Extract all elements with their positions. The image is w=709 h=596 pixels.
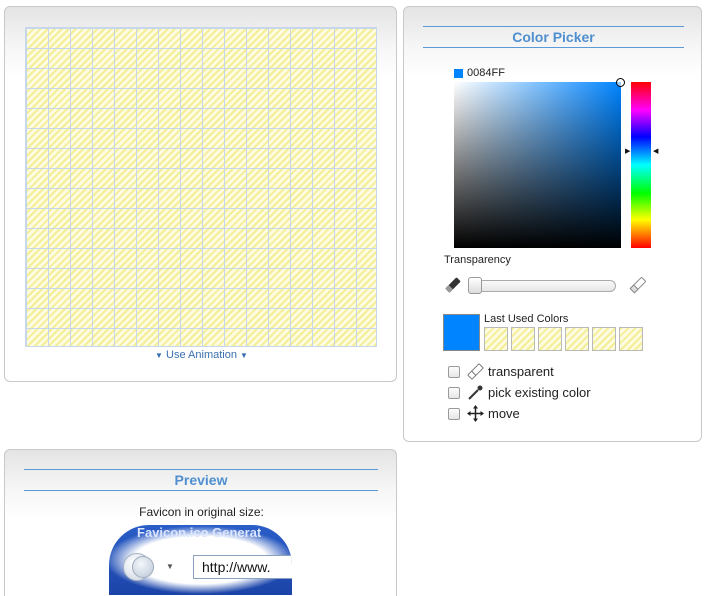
eyedropper-icon <box>468 385 483 400</box>
last-used-color-swatch[interactable] <box>511 327 535 351</box>
hex-value: 0084FF <box>467 67 505 79</box>
chevron-down-icon: ▼ <box>155 351 163 360</box>
transparency-slider-thumb[interactable] <box>468 277 482 294</box>
tool-pick-color[interactable]: pick existing color <box>448 384 591 401</box>
saturation-value-area[interactable] <box>454 78 625 248</box>
last-used-color-swatch[interactable] <box>565 327 589 351</box>
forward-button-icon <box>132 556 154 578</box>
last-used-color-swatch[interactable] <box>592 327 616 351</box>
use-animation-toggle[interactable]: ▼ Use Animation ▼ <box>5 349 398 361</box>
preview-panel: Preview Favicon in original size: Favico… <box>4 449 397 596</box>
hex-readout: 0084FF <box>454 67 505 79</box>
tool-move-label: move <box>488 406 520 421</box>
last-used-color-swatch[interactable] <box>538 327 562 351</box>
tool-pick-color-label: pick existing color <box>488 385 591 400</box>
use-animation-label: Use Animation <box>166 349 237 361</box>
chevron-down-icon: ▼ <box>240 351 248 360</box>
browser-preview: Favicon.ico Generat ▼ http://www. <box>109 525 292 595</box>
hue-slider[interactable] <box>631 82 651 248</box>
current-color-swatch <box>443 314 480 351</box>
color-picker-title: Color Picker <box>423 26 684 48</box>
last-used-color-swatch[interactable] <box>484 327 508 351</box>
browser-address-bar: http://www. <box>193 555 292 579</box>
hue-pointer-right-icon: ◀ <box>653 148 659 155</box>
pixel-grid[interactable] <box>25 27 377 347</box>
browser-window-title: Favicon.ico Generat <box>137 525 262 540</box>
color-picker-panel: Color Picker 0084FF ▶ ◀ Transparency Las… <box>403 6 702 442</box>
preview-title: Preview <box>24 469 378 491</box>
transparency-label: Transparency <box>444 254 511 266</box>
saturation-value-marker[interactable] <box>616 78 625 87</box>
last-used-colors <box>484 327 643 351</box>
move-checkbox[interactable] <box>448 407 460 420</box>
last-used-color-swatch[interactable] <box>619 327 643 351</box>
tool-transparent[interactable]: transparent <box>448 363 554 380</box>
hue-pointer-left-icon: ▶ <box>625 148 631 155</box>
move-arrows-icon <box>467 405 484 422</box>
tool-move[interactable]: move <box>448 405 520 422</box>
hex-color-swatch <box>454 68 463 78</box>
last-used-colors-label: Last Used Colors <box>484 313 569 325</box>
opaque-eraser-icon <box>445 277 461 293</box>
eraser-icon <box>467 363 484 380</box>
pick-color-checkbox[interactable] <box>448 386 460 399</box>
history-dropdown-icon: ▼ <box>166 562 174 571</box>
preview-caption: Favicon in original size: <box>139 505 264 519</box>
editor-panel: ▼ Use Animation ▼ <box>4 6 397 382</box>
transparent-checkbox[interactable] <box>448 365 460 378</box>
transparency-slider-track[interactable] <box>468 280 616 292</box>
tool-transparent-label: transparent <box>488 364 554 379</box>
transparent-eraser-icon <box>629 277 646 294</box>
